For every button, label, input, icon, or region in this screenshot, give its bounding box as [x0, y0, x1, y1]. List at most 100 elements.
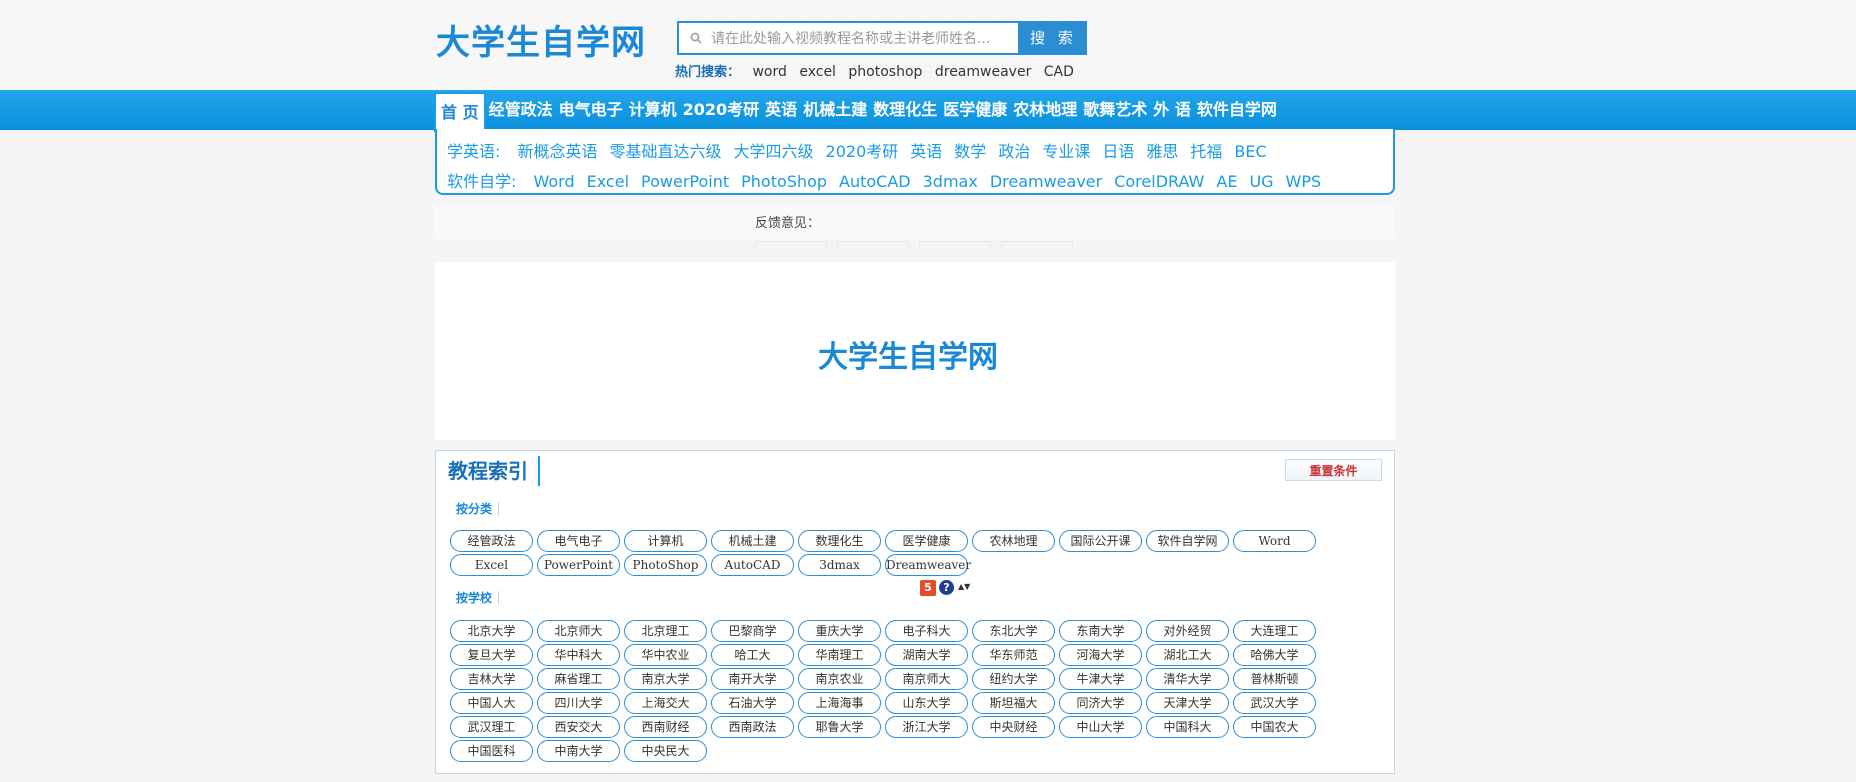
school-tag[interactable]: 中央财经: [972, 716, 1055, 738]
sub-nav-item[interactable]: 英语: [910, 142, 942, 161]
sub-nav-item[interactable]: AE: [1216, 172, 1237, 191]
school-tag[interactable]: 上海海事: [798, 692, 881, 714]
category-tag[interactable]: 农林地理: [972, 530, 1055, 552]
school-tag[interactable]: 中央民大: [624, 740, 707, 762]
school-tag[interactable]: 北京大学: [450, 620, 533, 642]
html5-icon[interactable]: 5: [920, 580, 936, 596]
school-tag[interactable]: 南京师大: [885, 668, 968, 690]
school-tag[interactable]: 西南财经: [624, 716, 707, 738]
school-tag[interactable]: 牛津大学: [1059, 668, 1142, 690]
nav-item[interactable]: 电气电子: [556, 90, 626, 130]
school-tag[interactable]: 大连理工: [1233, 620, 1316, 642]
sub-nav-item[interactable]: Dreamweaver: [990, 172, 1102, 191]
school-tag[interactable]: 吉林大学: [450, 668, 533, 690]
sub-nav-item[interactable]: 2020考研: [826, 142, 899, 161]
school-tag[interactable]: 中国农大: [1233, 716, 1316, 738]
school-tag[interactable]: 河海大学: [1059, 644, 1142, 666]
school-tag[interactable]: 西南政法: [711, 716, 794, 738]
nav-item[interactable]: 英语: [762, 90, 800, 130]
school-tag[interactable]: 南开大学: [711, 668, 794, 690]
sub-nav-item[interactable]: 日语: [1102, 142, 1134, 161]
category-tag[interactable]: PhotoShop: [624, 554, 707, 576]
school-tag[interactable]: 普林斯顿: [1233, 668, 1316, 690]
hot-search-item[interactable]: word: [752, 64, 786, 80]
feedback-tab[interactable]: [1001, 241, 1073, 248]
up-down-arrows-icon[interactable]: ▲▼: [958, 582, 970, 591]
hot-search-item[interactable]: dreamweaver: [935, 64, 1031, 80]
sub-nav-item[interactable]: CorelDRAW: [1114, 172, 1204, 191]
school-tag[interactable]: 复旦大学: [450, 644, 533, 666]
site-logo[interactable]: 大学生自学网: [436, 20, 646, 66]
sub-nav-item[interactable]: PhotoShop: [741, 172, 827, 191]
school-tag[interactable]: 武汉理工: [450, 716, 533, 738]
nav-item[interactable]: 2020考研: [680, 90, 763, 130]
school-tag[interactable]: 对外经贸: [1146, 620, 1229, 642]
school-tag[interactable]: 天津大学: [1146, 692, 1229, 714]
school-tag[interactable]: 中山大学: [1059, 716, 1142, 738]
category-tag[interactable]: 医学健康: [885, 530, 968, 552]
help-icon[interactable]: ?: [939, 580, 954, 595]
sub-nav-item[interactable]: 托福: [1190, 142, 1222, 161]
nav-item[interactable]: 经管政法: [486, 90, 556, 130]
search-input[interactable]: [709, 23, 1013, 55]
nav-item[interactable]: 计算机: [626, 90, 680, 130]
sub-nav-item[interactable]: BEC: [1234, 142, 1266, 161]
sub-nav-item[interactable]: PowerPoint: [641, 172, 729, 191]
sub-nav-item[interactable]: UG: [1249, 172, 1273, 191]
school-tag[interactable]: 中国人大: [450, 692, 533, 714]
category-tag[interactable]: Word: [1233, 530, 1316, 552]
category-tag[interactable]: Excel: [450, 554, 533, 576]
school-tag[interactable]: 纽约大学: [972, 668, 1055, 690]
school-tag[interactable]: 南京农业: [798, 668, 881, 690]
school-tag[interactable]: 武汉大学: [1233, 692, 1316, 714]
school-tag[interactable]: 华中科大: [537, 644, 620, 666]
nav-item[interactable]: 数理化生: [870, 90, 940, 130]
category-tag[interactable]: 经管政法: [450, 530, 533, 552]
school-tag[interactable]: 中国科大: [1146, 716, 1229, 738]
category-tag[interactable]: Dreamweaver: [885, 554, 971, 576]
feedback-tab[interactable]: [755, 241, 827, 248]
category-tag[interactable]: 软件自学网: [1146, 530, 1229, 552]
nav-item[interactable]: 软件自学网: [1194, 90, 1280, 130]
school-tag[interactable]: 耶鲁大学: [798, 716, 881, 738]
nav-item[interactable]: 医学健康: [940, 90, 1010, 130]
school-tag[interactable]: 麻省理工: [537, 668, 620, 690]
sub-nav-item[interactable]: 政治: [998, 142, 1030, 161]
school-tag[interactable]: 中南大学: [537, 740, 620, 762]
school-tag[interactable]: 东南大学: [1059, 620, 1142, 642]
category-tag[interactable]: 国际公开课: [1059, 530, 1142, 552]
sub-nav-item[interactable]: 雅思: [1146, 142, 1178, 161]
sub-nav-item[interactable]: 专业课: [1042, 142, 1090, 161]
school-tag[interactable]: 北京理工: [624, 620, 707, 642]
category-tag[interactable]: 数理化生: [798, 530, 881, 552]
school-tag[interactable]: 湖北工大: [1146, 644, 1229, 666]
school-tag[interactable]: 湖南大学: [885, 644, 968, 666]
school-tag[interactable]: 斯坦福大: [972, 692, 1055, 714]
feedback-tab[interactable]: [837, 241, 909, 248]
category-tag[interactable]: PowerPoint: [537, 554, 620, 576]
nav-item[interactable]: 外 语: [1150, 90, 1194, 130]
search-button[interactable]: 搜 索: [1020, 21, 1087, 55]
sub-nav-item[interactable]: 大学四六级: [734, 142, 814, 161]
school-tag[interactable]: 石油大学: [711, 692, 794, 714]
school-tag[interactable]: 重庆大学: [798, 620, 881, 642]
sub-nav-item[interactable]: 新概念英语: [518, 142, 598, 161]
sub-nav-item[interactable]: 零基础直达六级: [610, 142, 722, 161]
school-tag[interactable]: 华中农业: [624, 644, 707, 666]
sub-nav-item[interactable]: WPS: [1286, 172, 1322, 191]
school-tag[interactable]: 华东师范: [972, 644, 1055, 666]
school-tag[interactable]: 哈工大: [711, 644, 794, 666]
school-tag[interactable]: 西安交大: [537, 716, 620, 738]
school-tag[interactable]: 电子科大: [885, 620, 968, 642]
school-tag[interactable]: 华南理工: [798, 644, 881, 666]
reset-conditions-button[interactable]: 重置条件: [1285, 459, 1382, 481]
hot-search-item[interactable]: CAD: [1044, 64, 1074, 80]
nav-item[interactable]: 歌舞艺术: [1080, 90, 1150, 130]
school-tag[interactable]: 浙江大学: [885, 716, 968, 738]
school-tag[interactable]: 北京师大: [537, 620, 620, 642]
school-tag[interactable]: 南京大学: [624, 668, 707, 690]
school-tag[interactable]: 巴黎商学: [711, 620, 794, 642]
school-tag[interactable]: 清华大学: [1146, 668, 1229, 690]
hot-search-item[interactable]: photoshop: [848, 64, 922, 80]
nav-item[interactable]: 首 页: [434, 92, 486, 132]
